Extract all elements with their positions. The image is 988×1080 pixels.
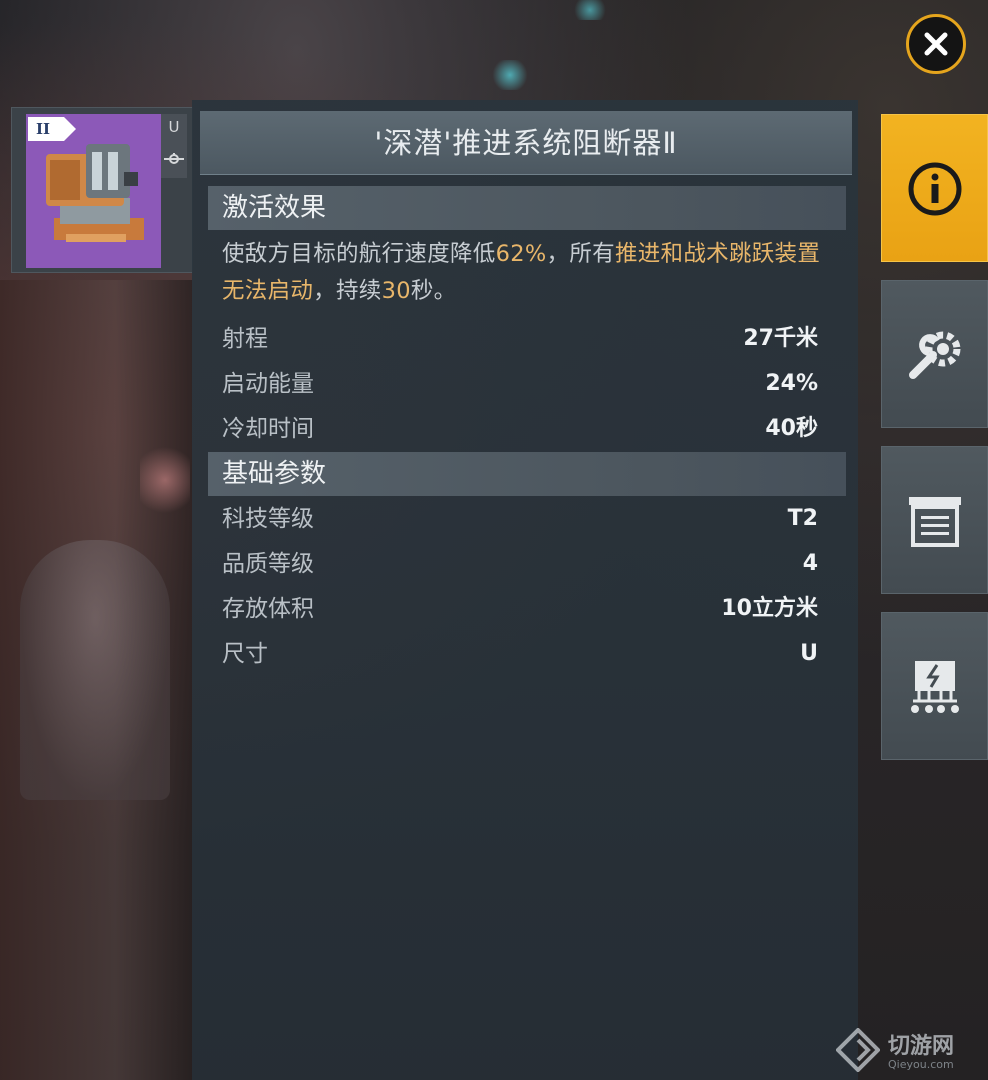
stat-row: 冷却时间 40秒 (222, 409, 818, 449)
background-scenery (20, 540, 170, 800)
info-icon (908, 162, 962, 216)
stat-row: 射程 27千米 (222, 319, 818, 359)
stat-label: 尺寸 (222, 641, 268, 667)
description-text: ，持续 (313, 278, 382, 304)
size-letter: U (168, 118, 180, 136)
highlight-text: 30 (381, 278, 411, 304)
stat-value: T2 (787, 506, 818, 531)
stat-label: 品质等级 (222, 551, 314, 577)
stat-label: 启动能量 (222, 371, 314, 397)
stat-value: 40秒 (765, 416, 818, 441)
stat-value: 10立方米 (721, 596, 818, 621)
tab-attributes[interactable] (881, 612, 988, 760)
stat-label: 科技等级 (222, 506, 314, 532)
close-button[interactable] (906, 14, 966, 74)
item-title: '深潜'推进系统阻断器Ⅱ (374, 126, 678, 160)
stat-row: 启动能量 24% (222, 364, 818, 404)
stat-row: 品质等级 4 (222, 544, 818, 584)
stat-row: 存放体积 10立方米 (222, 589, 818, 629)
stat-value: U (800, 641, 818, 666)
tier-badge: II (28, 117, 76, 141)
stat-label: 存放体积 (222, 596, 314, 622)
watermark-logo-icon (836, 1028, 880, 1072)
tab-description[interactable] (881, 446, 988, 594)
stat-value: 4 (802, 551, 818, 576)
watermark: 切游网 Qieyou.com (836, 1026, 986, 1076)
watermark-subtext: Qieyou.com (888, 1058, 954, 1071)
background-glow (490, 60, 530, 90)
tab-fitting[interactable] (881, 280, 988, 428)
section-activation-header: 激活效果 (208, 186, 846, 230)
item-detail-panel: '深潜'推进系统阻断器Ⅱ 激活效果 使敌方目标的航行速度降低62%，所有推进和战… (192, 100, 858, 1080)
description-text: 秒。 (410, 278, 457, 304)
title-bar: '深潜'推进系统阻断器Ⅱ (200, 111, 852, 175)
tab-info[interactable] (881, 114, 988, 262)
stat-row: 科技等级 T2 (222, 499, 818, 539)
slot-icon (164, 153, 184, 164)
stat-label: 射程 (222, 326, 268, 352)
list-box-icon (909, 497, 961, 547)
stat-label: 冷却时间 (222, 416, 314, 442)
highlight-text: 62% (495, 241, 547, 267)
wrench-gear-icon (909, 331, 961, 379)
description-text: 使敌方目标的航行速度降低 (222, 241, 496, 267)
background-glow (570, 0, 610, 20)
background-scenery (140, 440, 190, 520)
stat-value: 27千米 (743, 326, 818, 351)
description-text: ，所有 (546, 241, 615, 267)
section-basic-header: 基础参数 (208, 452, 846, 496)
stat-row: 尺寸 U (222, 634, 818, 674)
size-indicator: U (161, 114, 187, 178)
activation-description: 使敌方目标的航行速度降低62%，所有推进和战术跳跃装置无法启动，持续30秒。 (222, 236, 838, 310)
watermark-text: 切游网 (888, 1034, 955, 1059)
circuit-icon (911, 661, 959, 713)
stat-value: 24% (765, 371, 818, 396)
close-icon (924, 32, 948, 56)
item-card: II U (11, 107, 193, 273)
